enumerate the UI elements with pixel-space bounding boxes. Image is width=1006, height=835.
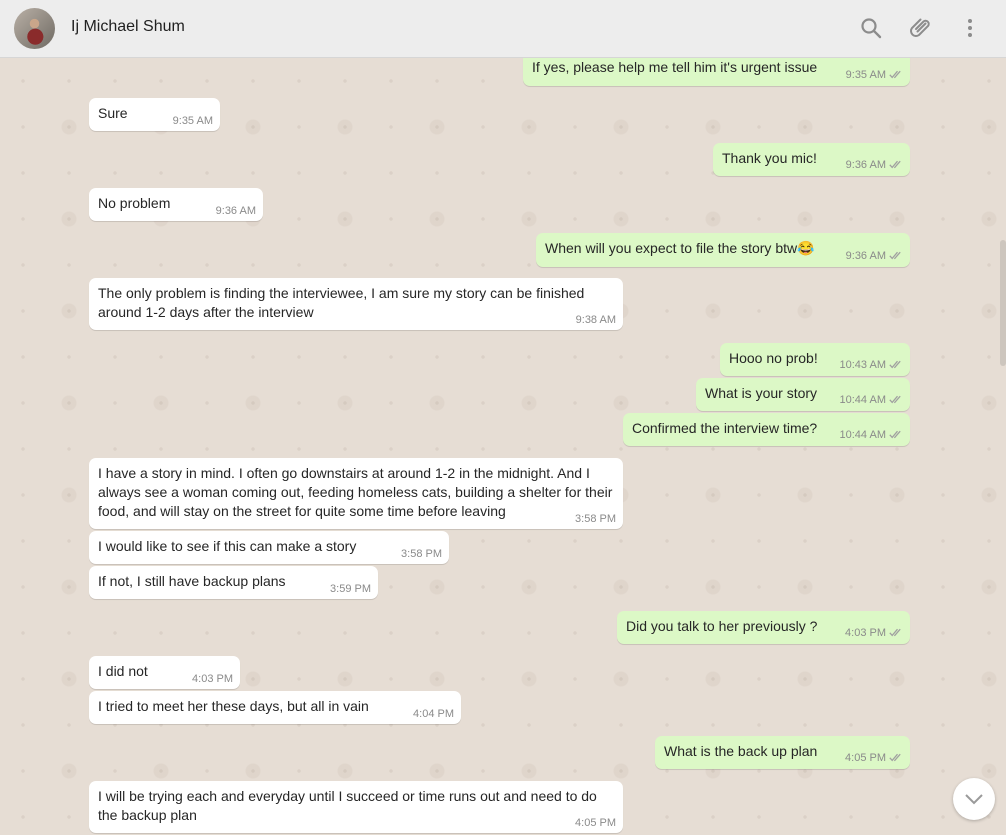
message-time: 4:05 PM [575,817,616,829]
read-check-icon [889,251,903,264]
message-text: I would like to see if this can make a s… [98,538,357,554]
message-bubble-outgoing[interactable]: Hooo no prob! 10:43 AM [720,343,910,376]
message-list[interactable]: If yes, please help me tell him it's urg… [0,58,1006,835]
message-time: 4:03 PM [192,673,233,685]
message-bubble-outgoing[interactable]: Thank you mic! 9:36 AM [713,143,910,176]
message-time: 4:05 PM [845,752,886,764]
message-bubble-incoming[interactable]: I did not 4:03 PM [89,656,240,689]
message-bubble-outgoing[interactable]: What is the back up plan 4:05 PM [655,736,910,769]
message-time: 9:36 AM [845,250,886,262]
message-text: I will be trying each and everyday until… [98,788,597,823]
message-bubble-outgoing[interactable]: When will you expect to file the story b… [536,233,910,267]
message-time: 10:44 AM [839,429,886,441]
message-bubble-incoming[interactable]: The only problem is finding the intervie… [89,278,623,330]
message-bubble-outgoing[interactable]: Confirmed the interview time? 10:44 AM [623,413,910,446]
message-time: 9:35 AM [172,115,213,127]
search-icon[interactable] [859,16,883,40]
message-bubble-outgoing[interactable]: What is your story 10:44 AM [696,378,910,411]
message-bubble-incoming[interactable]: If not, I still have backup plans 3:59 P… [89,566,378,599]
message-bubble-incoming[interactable]: Sure 9:35 AM [89,98,220,131]
message-time: 3:58 PM [575,513,616,525]
read-check-icon [889,628,903,641]
message-bubble-incoming[interactable]: I will be trying each and everyday until… [89,781,623,833]
read-check-icon [889,70,903,83]
message-time: 10:43 AM [839,359,886,371]
message-time: 9:35 AM [845,69,886,81]
scrollbar[interactable] [1000,240,1006,366]
message-text: I tried to meet her these days, but all … [98,698,369,714]
read-check-icon [889,395,903,408]
message-time: 10:44 AM [839,394,886,406]
message-bubble-incoming[interactable]: I tried to meet her these days, but all … [89,691,461,724]
message-bubble-outgoing[interactable]: If yes, please help me tell him it's urg… [523,58,910,86]
message-bubble-incoming[interactable]: I have a story in mind. I often go downs… [89,458,623,529]
message-bubble-incoming[interactable]: No problem 9:36 AM [89,188,263,221]
read-check-icon [889,160,903,173]
scroll-down-button[interactable] [953,778,995,820]
read-check-icon [889,430,903,443]
message-time: 4:04 PM [413,708,454,720]
message-time: 4:03 PM [845,627,886,639]
message-time: 9:38 AM [575,314,616,326]
read-check-icon [889,753,903,766]
attach-icon[interactable] [909,16,933,40]
message-bubble-incoming[interactable]: I would like to see if this can make a s… [89,531,449,564]
read-check-icon [889,360,903,373]
contact-name[interactable]: Ij Michael Shum [71,18,185,36]
menu-icon[interactable] [958,16,982,40]
contact-avatar[interactable] [14,8,55,49]
message-time: 3:58 PM [401,548,442,560]
message-bubble-outgoing[interactable]: Did you talk to her previously ? 4:03 PM [617,611,910,644]
message-time: 3:59 PM [330,583,371,595]
message-time: 9:36 AM [215,205,256,217]
chat-header: Ij Michael Shum [0,0,1006,58]
message-text: The only problem is finding the intervie… [98,285,585,320]
message-text: I have a story in mind. I often go downs… [98,465,613,519]
message-time: 9:36 AM [845,159,886,171]
message-text: If not, I still have backup plans [98,573,286,589]
